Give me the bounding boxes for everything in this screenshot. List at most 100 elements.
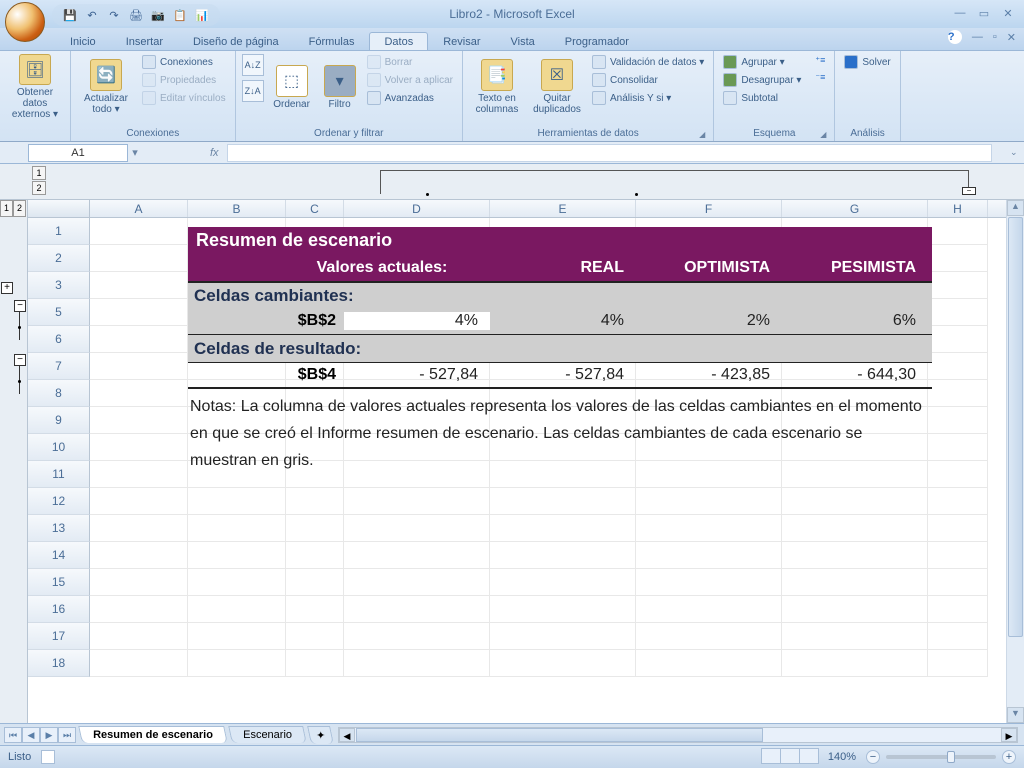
cell[interactable] <box>90 461 188 488</box>
first-sheet-button[interactable]: ⏮ <box>4 727 22 743</box>
cell[interactable] <box>636 488 782 515</box>
filter-button[interactable]: ▾ Filtro <box>320 54 360 120</box>
cell[interactable] <box>928 407 988 434</box>
cell[interactable] <box>90 650 188 677</box>
cell[interactable] <box>782 650 928 677</box>
cell[interactable] <box>344 650 490 677</box>
scroll-right-button[interactable]: ▶ <box>1001 728 1017 742</box>
cell[interactable] <box>782 596 928 623</box>
cell[interactable] <box>286 569 344 596</box>
tab-datos[interactable]: Datos <box>369 32 428 50</box>
vertical-scrollbar[interactable]: ▲ ▼ <box>1006 200 1024 723</box>
select-all-button[interactable] <box>28 200 90 217</box>
show-detail-button[interactable]: ⁺≡ <box>812 54 828 67</box>
remove-duplicates-button[interactable]: ☒ Quitar duplicados <box>529 54 585 120</box>
cell[interactable] <box>90 434 188 461</box>
cell[interactable] <box>490 488 636 515</box>
cell[interactable] <box>490 596 636 623</box>
cell[interactable] <box>490 515 636 542</box>
scroll-down-button[interactable]: ▼ <box>1007 707 1024 723</box>
cell[interactable] <box>344 488 490 515</box>
cell[interactable] <box>928 542 988 569</box>
cell[interactable] <box>928 353 988 380</box>
tab-inicio[interactable]: Inicio <box>55 32 111 50</box>
row-header[interactable]: 15 <box>28 569 90 596</box>
reapply-button[interactable]: Volver a aplicar <box>364 72 456 88</box>
cell[interactable] <box>188 569 286 596</box>
cell[interactable] <box>188 515 286 542</box>
cell[interactable] <box>928 245 988 272</box>
outline-level-1-button[interactable]: 1 <box>32 166 46 180</box>
tab-diseno[interactable]: Diseño de página <box>178 32 294 50</box>
tab-formulas[interactable]: Fórmulas <box>294 32 370 50</box>
cell[interactable] <box>636 650 782 677</box>
row-header[interactable]: 6 <box>28 326 90 353</box>
row-header[interactable]: 13 <box>28 515 90 542</box>
cell[interactable] <box>286 488 344 515</box>
cell[interactable] <box>928 299 988 326</box>
zoom-level[interactable]: 140% <box>828 751 856 763</box>
cell[interactable] <box>286 596 344 623</box>
close-button[interactable]: ✕ <box>1000 6 1016 20</box>
tab-vista[interactable]: Vista <box>496 32 550 50</box>
cell[interactable] <box>782 488 928 515</box>
next-sheet-button[interactable]: ▶ <box>40 727 58 743</box>
ribbon-close-icon[interactable]: ✕ <box>1007 31 1016 44</box>
row-header[interactable]: 9 <box>28 407 90 434</box>
cell[interactable] <box>636 596 782 623</box>
scroll-up-button[interactable]: ▲ <box>1007 200 1024 216</box>
office-button[interactable] <box>5 2 45 42</box>
scroll-thumb[interactable] <box>1008 217 1023 637</box>
tab-revisar[interactable]: Revisar <box>428 32 495 50</box>
minimize-button[interactable]: — <box>952 6 968 20</box>
row-outline-level-1-button[interactable]: 1 <box>0 200 13 217</box>
cell[interactable] <box>188 596 286 623</box>
row-header[interactable]: 16 <box>28 596 90 623</box>
tab-programador[interactable]: Programador <box>550 32 644 50</box>
col-header[interactable]: D <box>344 200 490 217</box>
cell[interactable] <box>636 542 782 569</box>
row-header[interactable]: 1 <box>28 218 90 245</box>
cell[interactable] <box>90 488 188 515</box>
subtotal-button[interactable]: Subtotal <box>720 90 804 106</box>
cell[interactable] <box>636 623 782 650</box>
cell[interactable] <box>928 461 988 488</box>
data-validation-button[interactable]: Validación de datos ▾ <box>589 54 707 70</box>
row-header[interactable]: 14 <box>28 542 90 569</box>
group-button[interactable]: Agrupar ▾ <box>720 54 804 70</box>
advanced-button[interactable]: Avanzadas <box>364 90 456 106</box>
col-header[interactable]: H <box>928 200 988 217</box>
cell[interactable] <box>286 542 344 569</box>
row-header[interactable]: 17 <box>28 623 90 650</box>
zoom-in-button[interactable]: + <box>1002 750 1016 764</box>
cell[interactable] <box>90 380 188 407</box>
formula-input[interactable] <box>227 144 992 162</box>
cell[interactable] <box>344 596 490 623</box>
edit-links-button[interactable]: Editar vínculos <box>139 90 229 106</box>
col-header[interactable]: E <box>490 200 636 217</box>
hide-detail-button[interactable]: ⁻≡ <box>812 71 828 84</box>
sort-asc-button[interactable]: A↓Z <box>242 54 264 76</box>
row-header[interactable]: 8 <box>28 380 90 407</box>
expand-row-group-button[interactable]: + <box>1 282 13 294</box>
col-header[interactable]: G <box>782 200 928 217</box>
cell[interactable] <box>490 650 636 677</box>
outline-level-2-button[interactable]: 2 <box>32 181 46 195</box>
solver-button[interactable]: Solver <box>841 54 893 70</box>
cell[interactable] <box>286 623 344 650</box>
clear-filter-button[interactable]: Borrar <box>364 54 456 70</box>
zoom-slider[interactable] <box>886 755 996 759</box>
cell[interactable] <box>90 407 188 434</box>
scroll-left-button[interactable]: ◀ <box>339 728 355 742</box>
connections-button[interactable]: Conexiones <box>139 54 229 70</box>
cell[interactable] <box>928 569 988 596</box>
refresh-all-button[interactable]: 🔄 Actualizar todo ▾ <box>77 54 135 120</box>
cell[interactable] <box>928 596 988 623</box>
row-header[interactable]: 3 <box>28 272 90 299</box>
name-box[interactable]: A1 <box>28 144 128 162</box>
row-header[interactable]: 18 <box>28 650 90 677</box>
row-outline-level-2-button[interactable]: 2 <box>13 200 26 217</box>
cell[interactable] <box>928 650 988 677</box>
cell[interactable] <box>344 515 490 542</box>
cell[interactable] <box>90 272 188 299</box>
